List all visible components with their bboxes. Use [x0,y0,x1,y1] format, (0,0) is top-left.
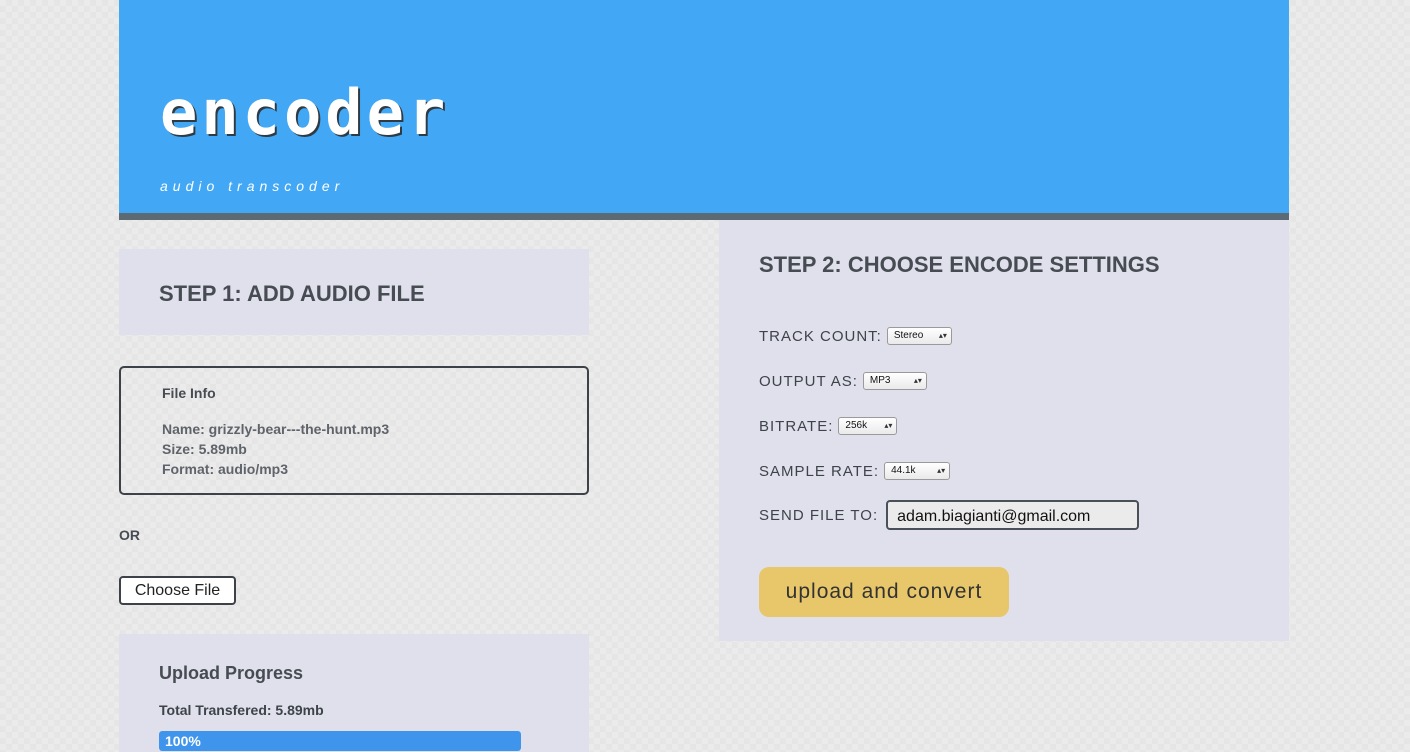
step1-title: STEP 1: ADD AUDIO FILE [159,281,425,306]
progress-percent-label: 100% [165,733,201,749]
output-as-row: OUTPUT AS: MP3 ▴▾ [759,372,927,390]
bitrate-select[interactable]: 256k ▴▾ [838,417,898,435]
track-count-label: TRACK COUNT: [759,327,882,345]
progress-bar: 100% [159,731,521,751]
file-name: Name: grizzly-bear---the-hunt.mp3 [162,421,390,437]
sample-rate-select[interactable]: 44.1k ▴▾ [884,462,951,480]
upload-progress-panel: Upload Progress Total Transfered: 5.89mb… [119,634,589,752]
page-container: encoder audio transcoder STEP 1: ADD AUD… [119,0,1289,752]
step2-title: STEP 2: CHOOSE ENCODE SETTINGS [759,252,1160,277]
select-arrows-icon: ▴▾ [913,376,922,385]
bitrate-value: 256k [845,420,868,431]
output-as-value: MP3 [869,375,891,386]
output-as-label: OUTPUT AS: [759,372,858,390]
progress-bar-fill [159,731,521,751]
output-as-select[interactable]: MP3 ▴▾ [862,372,927,390]
file-format: Format: audio/mp3 [162,461,289,477]
bitrate-row: BITRATE: 256k ▴▾ [759,417,898,435]
app-logo-title: encoder [160,76,450,149]
select-arrows-icon: ▴▾ [938,331,947,340]
send-file-to-label: SEND FILE TO: [759,506,879,524]
step2-panel: STEP 2: CHOOSE ENCODE SETTINGS TRACK COU… [719,220,1289,641]
track-count-select[interactable]: Stereo ▴▾ [886,327,952,345]
send-file-to-row: SEND FILE TO: adam.biagianti@gmail.com [759,500,1140,530]
email-input[interactable]: adam.biagianti@gmail.com [886,500,1140,530]
upload-progress-title: Upload Progress [159,663,304,683]
track-count-row: TRACK COUNT: Stereo ▴▾ [759,327,952,345]
header: encoder audio transcoder [119,0,1289,220]
file-size: Size: 5.89mb [162,441,247,457]
sample-rate-label: SAMPLE RATE: [759,462,880,480]
or-separator: OR [119,527,140,543]
sample-rate-value: 44.1k [891,465,916,476]
select-arrows-icon: ▴▾ [937,466,946,475]
sample-rate-row: SAMPLE RATE: 44.1k ▴▾ [759,462,951,480]
file-info-box: File Info Name: grizzly-bear---the-hunt.… [119,366,589,495]
choose-file-button[interactable]: Choose File [119,576,236,605]
track-count-value: Stereo [893,330,924,341]
app-tagline: audio transcoder [160,178,345,194]
upload-and-convert-button[interactable]: upload and convert [759,567,1009,617]
bitrate-label: BITRATE: [759,417,834,435]
step1-header-panel: STEP 1: ADD AUDIO FILE [119,249,589,335]
select-arrows-icon: ▴▾ [884,421,893,430]
file-info-heading: File Info [162,385,216,401]
total-transferred: Total Transfered: 5.89mb [159,702,324,718]
